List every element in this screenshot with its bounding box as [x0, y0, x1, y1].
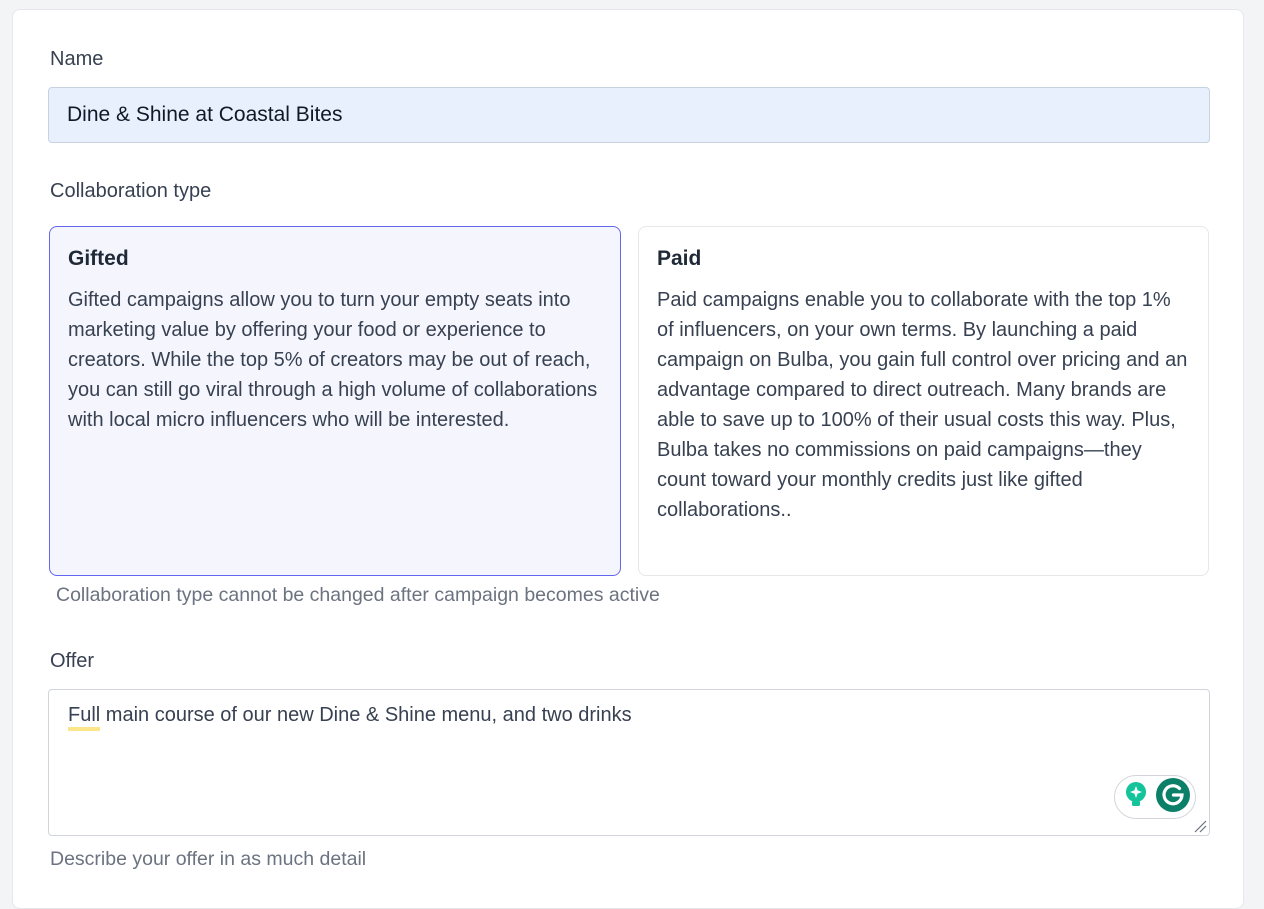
offer-text: Full main course of our new Dine & Shine…	[68, 704, 632, 731]
offer-textarea[interactable]: Full main course of our new Dine & Shine…	[48, 689, 1210, 836]
campaign-form-card: Name Dine & Shine at Coastal Bites Colla…	[12, 9, 1244, 909]
offer-text-rest: main course of our new Dine & Shine menu…	[100, 704, 632, 726]
collaboration-type-label: Collaboration type	[50, 180, 212, 202]
name-label: Name	[50, 48, 104, 70]
collaboration-option-gifted[interactable]: Gifted Gifted campaigns allow you to tur…	[49, 226, 621, 576]
option-title-paid: Paid	[657, 247, 702, 270]
resize-handle-icon[interactable]	[1193, 819, 1207, 833]
collaboration-type-hint: Collaboration type cannot be changed aft…	[56, 584, 660, 606]
option-title-gifted: Gifted	[68, 247, 129, 270]
option-description-paid: Paid campaigns enable you to collaborate…	[657, 289, 1188, 521]
grammarly-icon[interactable]	[1155, 777, 1191, 818]
grammarly-widget[interactable]	[1114, 775, 1196, 819]
option-description-gifted: Gifted campaigns allow you to turn your …	[68, 289, 598, 431]
offer-hint: Describe your offer in as much detail	[50, 848, 367, 870]
lightbulb-icon[interactable]	[1123, 780, 1149, 815]
spelling-underlined-word[interactable]: Full	[68, 704, 101, 731]
collaboration-option-paid[interactable]: Paid Paid campaigns enable you to collab…	[638, 226, 1209, 576]
name-input[interactable]: Dine & Shine at Coastal Bites	[48, 87, 1210, 143]
offer-label: Offer	[50, 650, 95, 672]
